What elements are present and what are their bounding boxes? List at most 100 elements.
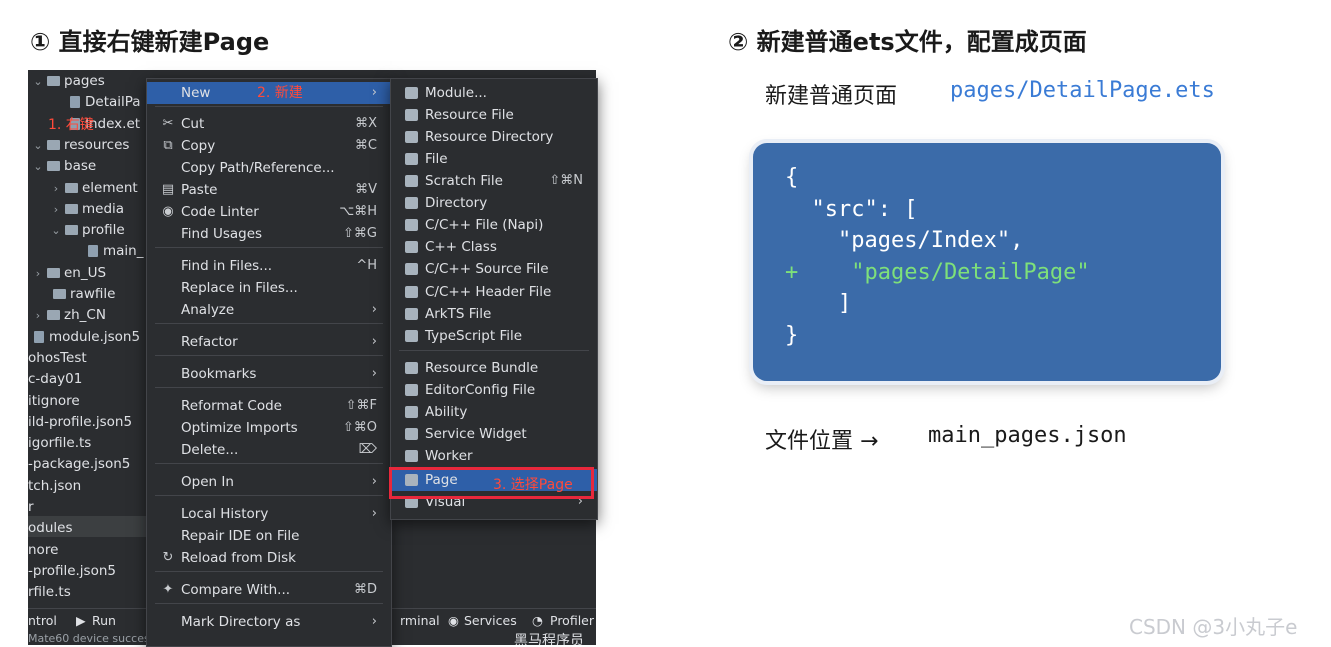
tree-item[interactable]: ild-profile.json5 — [28, 412, 132, 433]
menu-item-paste[interactable]: ▤ Paste ⌘V — [147, 179, 391, 201]
tree-item[interactable]: DetailPa — [68, 92, 141, 113]
chevron-right-icon[interactable]: › — [50, 178, 62, 199]
submenu-item-worker[interactable]: Worker — [391, 445, 597, 467]
chevron-right-icon[interactable]: › — [32, 305, 44, 326]
tool-control[interactable]: ntrol — [28, 613, 57, 628]
tree-item[interactable]: c-day01 — [28, 369, 82, 390]
submenu-item-file[interactable]: File — [391, 148, 597, 170]
menu-item-delete[interactable]: Delete... ⌦ — [147, 439, 391, 461]
menu-item-optimize-imports[interactable]: Optimize Imports ⇧⌘O — [147, 417, 391, 439]
tree-item[interactable]: ⌄ pages — [32, 71, 104, 92]
tool-services[interactable]: Services — [464, 613, 517, 628]
code-card: { "src": [ "pages/Index", + "pages/Detail… — [753, 143, 1221, 381]
menu-item-label: Repair IDE on File — [181, 528, 300, 544]
tool-terminal[interactable]: rminal — [400, 613, 440, 628]
submenu-item-label: Resource File — [425, 107, 514, 123]
menu-item-find-in-files[interactable]: Find in Files... ^H — [147, 255, 391, 277]
menu-item-mark-directory-as[interactable]: Mark Directory as › — [147, 611, 391, 633]
menu-item-compare-with[interactable]: ✦ Compare With... ⌘D — [147, 579, 391, 601]
menu-item-bookmarks[interactable]: Bookmarks › — [147, 363, 391, 385]
menu-item-label: Find in Files... — [181, 258, 273, 274]
menu-item-replace-in-files[interactable]: Replace in Files... — [147, 277, 391, 299]
tree-item-label: igorfile.ts — [28, 435, 92, 452]
submenu-item-service-widget[interactable]: Service Widget — [391, 423, 597, 445]
menu-item-repair-ide-on-file[interactable]: Repair IDE on File — [147, 525, 391, 547]
tree-item[interactable]: -package.json5 — [28, 454, 130, 475]
tree-item[interactable]: › media — [50, 199, 124, 220]
chevron-down-icon[interactable]: ⌄ — [50, 220, 62, 241]
tree-item[interactable]: -profile.json5 — [28, 561, 116, 582]
tree-item[interactable]: ⌄ resources — [32, 135, 129, 156]
tree-item[interactable]: rfile.ts — [28, 582, 71, 603]
submenu-item-editorconfig-file[interactable]: EditorConfig File — [391, 379, 597, 401]
submenu-item-scratch-file[interactable]: Scratch File ⇧⌘N — [391, 170, 597, 192]
tree-item[interactable]: › element — [50, 178, 138, 199]
menu-item-copy-path-reference[interactable]: Copy Path/Reference... — [147, 157, 391, 179]
menu-item-cut[interactable]: ✂ Cut ⌘X — [147, 113, 391, 135]
tree-item[interactable]: ⌄ base — [32, 156, 96, 177]
tree-item[interactable]: › zh_CN — [32, 305, 106, 326]
folder-icon — [65, 225, 78, 236]
menu-item-label: Replace in Files... — [181, 280, 298, 296]
tree-item[interactable]: ⌄ profile — [50, 220, 124, 241]
watermark-small: 黑马程序员 — [514, 633, 584, 645]
menu-item-label: Refactor — [181, 334, 238, 350]
menu-item-open-in[interactable]: Open In › — [147, 471, 391, 493]
menu-item-local-history[interactable]: Local History › — [147, 503, 391, 525]
menu-item-reload-from-disk[interactable]: ↻ Reload from Disk — [147, 547, 391, 569]
tree-item[interactable]: r — [28, 497, 34, 518]
tree-item[interactable]: main_ — [86, 241, 143, 262]
tree-item[interactable]: odules — [28, 518, 72, 539]
submenu-item-icon — [405, 153, 418, 165]
menu-item-analyze[interactable]: Analyze › — [147, 299, 391, 321]
chevron-down-icon[interactable]: ⌄ — [32, 156, 44, 177]
submenu-item-typescript-file[interactable]: TypeScript File — [391, 325, 597, 347]
tree-item[interactable]: tch.json — [28, 476, 81, 497]
submenu-item-directory[interactable]: Directory — [391, 192, 597, 214]
menu-item-label: Local History — [181, 506, 269, 522]
menu-item-label: Delete... — [181, 442, 239, 458]
chevron-down-icon[interactable]: ⌄ — [32, 71, 44, 92]
tree-item[interactable]: › en_US — [32, 263, 106, 284]
menu-item-refactor[interactable]: Refactor › — [147, 331, 391, 353]
menu-item-code-linter[interactable]: ◉ Code Linter ⌥⌘H — [147, 201, 391, 223]
menu-separator — [399, 350, 589, 351]
menu-item-shortcut: ⌥⌘H — [339, 204, 377, 219]
submenu-item-c-c-file-napi[interactable]: C/C++ File (Napi) — [391, 214, 597, 236]
menu-item-reformat-code[interactable]: Reformat Code ⇧⌘F — [147, 395, 391, 417]
submenu-arrow-icon: › — [371, 474, 377, 489]
tree-item[interactable]: module.json5 — [32, 327, 140, 348]
submenu-item-c-class[interactable]: C++ Class — [391, 236, 597, 258]
tree-item[interactable]: ohosTest — [28, 348, 87, 369]
submenu-item-resource-directory[interactable]: Resource Directory — [391, 126, 597, 148]
tree-item[interactable]: itignore — [28, 391, 80, 412]
chevron-right-icon[interactable]: › — [50, 199, 62, 220]
submenu-item-resource-file[interactable]: Resource File — [391, 104, 597, 126]
submenu-item-arkts-file[interactable]: ArkTS File — [391, 303, 597, 325]
submenu-item-c-c-header-file[interactable]: C/C++ Header File — [391, 281, 597, 303]
menu-separator — [155, 571, 383, 572]
submenu-item-module[interactable]: Module... — [391, 82, 597, 104]
tool-run[interactable]: Run — [92, 613, 116, 628]
right-heading: ② 新建普通ets文件，配置成页面 — [728, 28, 1087, 56]
profiler-icon[interactable]: ◔ — [532, 613, 543, 628]
tree-item[interactable]: rawfile — [50, 284, 115, 305]
menu-item-label: Open In — [181, 474, 234, 490]
run-icon[interactable]: ▶ — [76, 613, 86, 628]
tree-item[interactable]: nore — [28, 540, 58, 561]
code-line: ] — [785, 291, 852, 316]
submenu-item-resource-bundle[interactable]: Resource Bundle — [391, 357, 597, 379]
submenu-item-label: Scratch File — [425, 173, 503, 189]
tree-item-label: r — [28, 499, 34, 515]
services-icon[interactable]: ◉ — [448, 613, 459, 628]
menu-item-copy[interactable]: ⧉ Copy ⌘C — [147, 135, 391, 157]
chevron-right-icon[interactable]: › — [32, 263, 44, 284]
submenu-item-ability[interactable]: Ability — [391, 401, 597, 423]
chevron-down-icon[interactable]: ⌄ — [32, 135, 44, 156]
menu-item-find-usages[interactable]: Find Usages ⇧⌘G — [147, 223, 391, 245]
tool-profiler[interactable]: Profiler — [550, 613, 594, 628]
menu-separator — [155, 387, 383, 388]
code-line: "src": [ — [785, 196, 918, 222]
tree-item[interactable]: igorfile.ts — [28, 433, 91, 454]
submenu-item-c-c-source-file[interactable]: C/C++ Source File — [391, 258, 597, 280]
